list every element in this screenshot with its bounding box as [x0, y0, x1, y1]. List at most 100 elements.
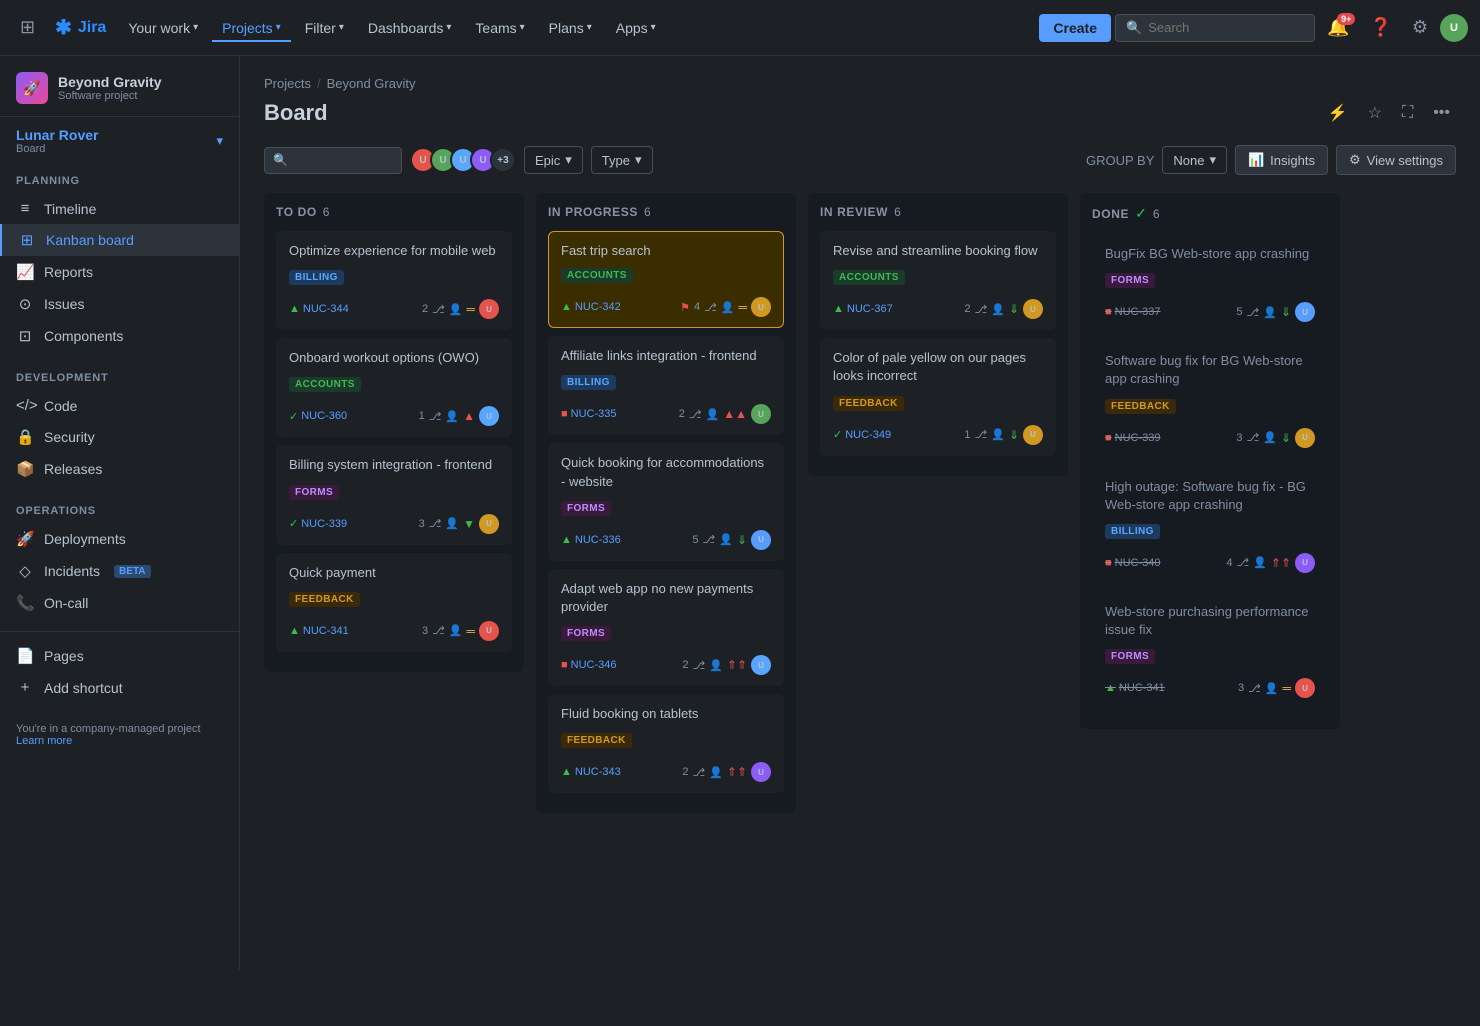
sidebar-item-oncall[interactable]: 📞 On-call [0, 587, 239, 619]
view-settings-button[interactable]: ⚙ View settings [1336, 145, 1456, 175]
issue-key: ▲ NUC-343 [561, 766, 621, 778]
nav-projects[interactable]: Projects ▾ [212, 14, 291, 42]
subtask-icon: 👤 [721, 301, 735, 314]
assignee-avatar: U [1295, 553, 1315, 573]
nav-plans[interactable]: Plans ▾ [539, 14, 602, 42]
star-button[interactable]: ☆ [1362, 97, 1388, 129]
breadcrumb: Projects / Beyond Gravity [264, 76, 1456, 91]
insights-button[interactable]: 📊 Insights [1235, 145, 1328, 175]
card-done-nuc339[interactable]: Software bug fix for BG Web-store app cr… [1092, 341, 1328, 458]
card-nuc349[interactable]: Color of pale yellow on our pages looks … [820, 338, 1056, 455]
child-icon: ⎇ [429, 410, 442, 423]
subtask-icon: 👤 [1263, 306, 1277, 319]
issue-key: ▲ NUC-344 [289, 303, 349, 315]
board-search[interactable]: 🔍 [264, 147, 402, 174]
card-meta: 2 ⎇ 👤 ▲▲ U [679, 404, 771, 424]
search-box[interactable]: 🔍 [1115, 14, 1315, 42]
search-input[interactable] [1148, 20, 1268, 35]
card-nuc339[interactable]: Billing system integration - frontend FO… [276, 445, 512, 544]
chevron-down-icon: ▾ [193, 22, 198, 33]
chevron-down-icon: ▾ [635, 152, 642, 168]
sidebar-item-timeline[interactable]: ≡ Timeline [0, 193, 239, 224]
card-nuc342[interactable]: Fast trip search ACCOUNTS ▲ NUC-342 ⚑ 4 … [548, 231, 784, 328]
sidebar-item-reports[interactable]: 📈 Reports [0, 256, 239, 288]
board-name: Lunar Rover [16, 127, 98, 143]
assignee-avatar: U [1023, 425, 1043, 445]
child-icon: ⎇ [432, 303, 445, 316]
priority-icon: ═ [466, 624, 475, 638]
card-tag: FORMS [1105, 273, 1155, 288]
bolt-button[interactable]: ⚡ [1322, 97, 1354, 129]
project-header[interactable]: 🚀 Beyond Gravity Software project [0, 56, 239, 117]
assignee-avatar: U [751, 530, 771, 550]
user-avatar[interactable]: U [1440, 14, 1468, 42]
type-filter[interactable]: Type ▾ [591, 146, 653, 174]
board-search-input[interactable] [293, 153, 393, 168]
components-icon: ⊡ [16, 327, 34, 345]
nav-teams[interactable]: Teams ▾ [465, 14, 534, 42]
nav-your-work[interactable]: Your work ▾ [118, 14, 208, 42]
priority-icon: ═ [738, 300, 747, 314]
sidebar-item-issues[interactable]: ⊙ Issues [0, 288, 239, 320]
epic-filter[interactable]: Epic ▾ [524, 146, 583, 174]
logo[interactable]: ✱ Jira [47, 11, 114, 44]
issue-key: ▲ NUC-336 [561, 534, 621, 546]
learn-more-link[interactable]: Learn more [16, 735, 223, 747]
card-nuc360[interactable]: Onboard workout options (OWO) ACCOUNTS ✓… [276, 338, 512, 437]
card-nuc346[interactable]: Adapt web app no new payments provider F… [548, 569, 784, 686]
issue-type-icon: ■ [561, 659, 568, 671]
child-icon: ⎇ [693, 766, 706, 779]
notifications-button[interactable]: 🔔 9+ [1319, 11, 1357, 44]
incidents-icon: ◇ [16, 562, 34, 580]
card-done-nuc340[interactable]: High outage: Software bug fix - BG Web-s… [1092, 467, 1328, 584]
card-tag: BILLING [561, 375, 616, 390]
settings-button[interactable]: ⚙ [1404, 11, 1436, 44]
assignee-avatar: U [1295, 302, 1315, 322]
card-tag: FEEDBACK [1105, 399, 1176, 414]
grid-icon[interactable]: ⊞ [12, 9, 43, 46]
subtask-icon: 👤 [449, 303, 463, 316]
issue-type-icon: ✓ [289, 517, 298, 530]
more-button[interactable]: ••• [1427, 97, 1456, 129]
sidebar-item-pages[interactable]: 📄 Pages [0, 640, 239, 672]
subtask-icon: 👤 [719, 533, 733, 546]
sidebar-item-code[interactable]: </> Code [0, 390, 239, 421]
card-nuc335[interactable]: Affiliate links integration - frontend B… [548, 336, 784, 435]
sidebar-item-kanban[interactable]: ⊞ Kanban board [0, 224, 239, 256]
assignee-avatar: U [1295, 428, 1315, 448]
board-selector[interactable]: Lunar Rover Board ▾ [0, 117, 239, 159]
subtask-icon: 👤 [709, 766, 723, 779]
nav-apps[interactable]: Apps ▾ [606, 14, 666, 42]
card-done-nuc337[interactable]: BugFix BG Web-store app crashing FORMS ■… [1092, 234, 1328, 333]
sidebar-item-security[interactable]: 🔒 Security [0, 421, 239, 453]
avatar-more[interactable]: +3 [490, 147, 516, 173]
expand-button[interactable]: ⛶ [1396, 97, 1419, 129]
card-nuc343[interactable]: Fluid booking on tablets FEEDBACK ▲ NUC-… [548, 694, 784, 793]
sidebar-item-deployments[interactable]: 🚀 Deployments [0, 523, 239, 555]
issue-key: ■ NUC-346 [561, 659, 617, 671]
help-button[interactable]: ❓ [1361, 11, 1399, 44]
card-nuc336[interactable]: Quick booking for accommodations - websi… [548, 443, 784, 560]
issue-key: ■ NUC-340 [1105, 557, 1161, 569]
nav-filter[interactable]: Filter ▾ [295, 14, 354, 42]
sidebar-item-incidents[interactable]: ◇ Incidents BETA [0, 555, 239, 587]
card-nuc341[interactable]: Quick payment FEEDBACK ▲ NUC-341 3 ⎇ 👤 ═… [276, 553, 512, 652]
card-nuc344[interactable]: Optimize experience for mobile web BILLI… [276, 231, 512, 330]
breadcrumb-projects[interactable]: Projects [264, 76, 311, 91]
sidebar-item-components[interactable]: ⊡ Components [0, 320, 239, 352]
create-button[interactable]: Create [1039, 14, 1111, 42]
nav-dashboards[interactable]: Dashboards ▾ [358, 14, 462, 42]
sidebar-item-add-shortcut[interactable]: + Add shortcut [0, 672, 239, 703]
card-tag: FORMS [561, 626, 611, 641]
jira-logo-icon: ✱ [55, 15, 72, 40]
priority-icon: ═ [1282, 681, 1291, 695]
breadcrumb-project-name[interactable]: Beyond Gravity [327, 76, 416, 91]
card-done-nuc341[interactable]: Web-store purchasing performance issue f… [1092, 592, 1328, 709]
card-nuc367[interactable]: Revise and streamline booking flow ACCOU… [820, 231, 1056, 330]
issue-type-icon: ■ [1105, 306, 1112, 318]
operations-section: OPERATIONS 🚀 Deployments ◇ Incidents BET… [0, 489, 239, 623]
sidebar-item-releases[interactable]: 📦 Releases [0, 453, 239, 485]
group-by-select[interactable]: None ▾ [1162, 146, 1227, 174]
issue-type-icon: ■ [1105, 557, 1112, 569]
logo-text: Jira [78, 19, 106, 37]
